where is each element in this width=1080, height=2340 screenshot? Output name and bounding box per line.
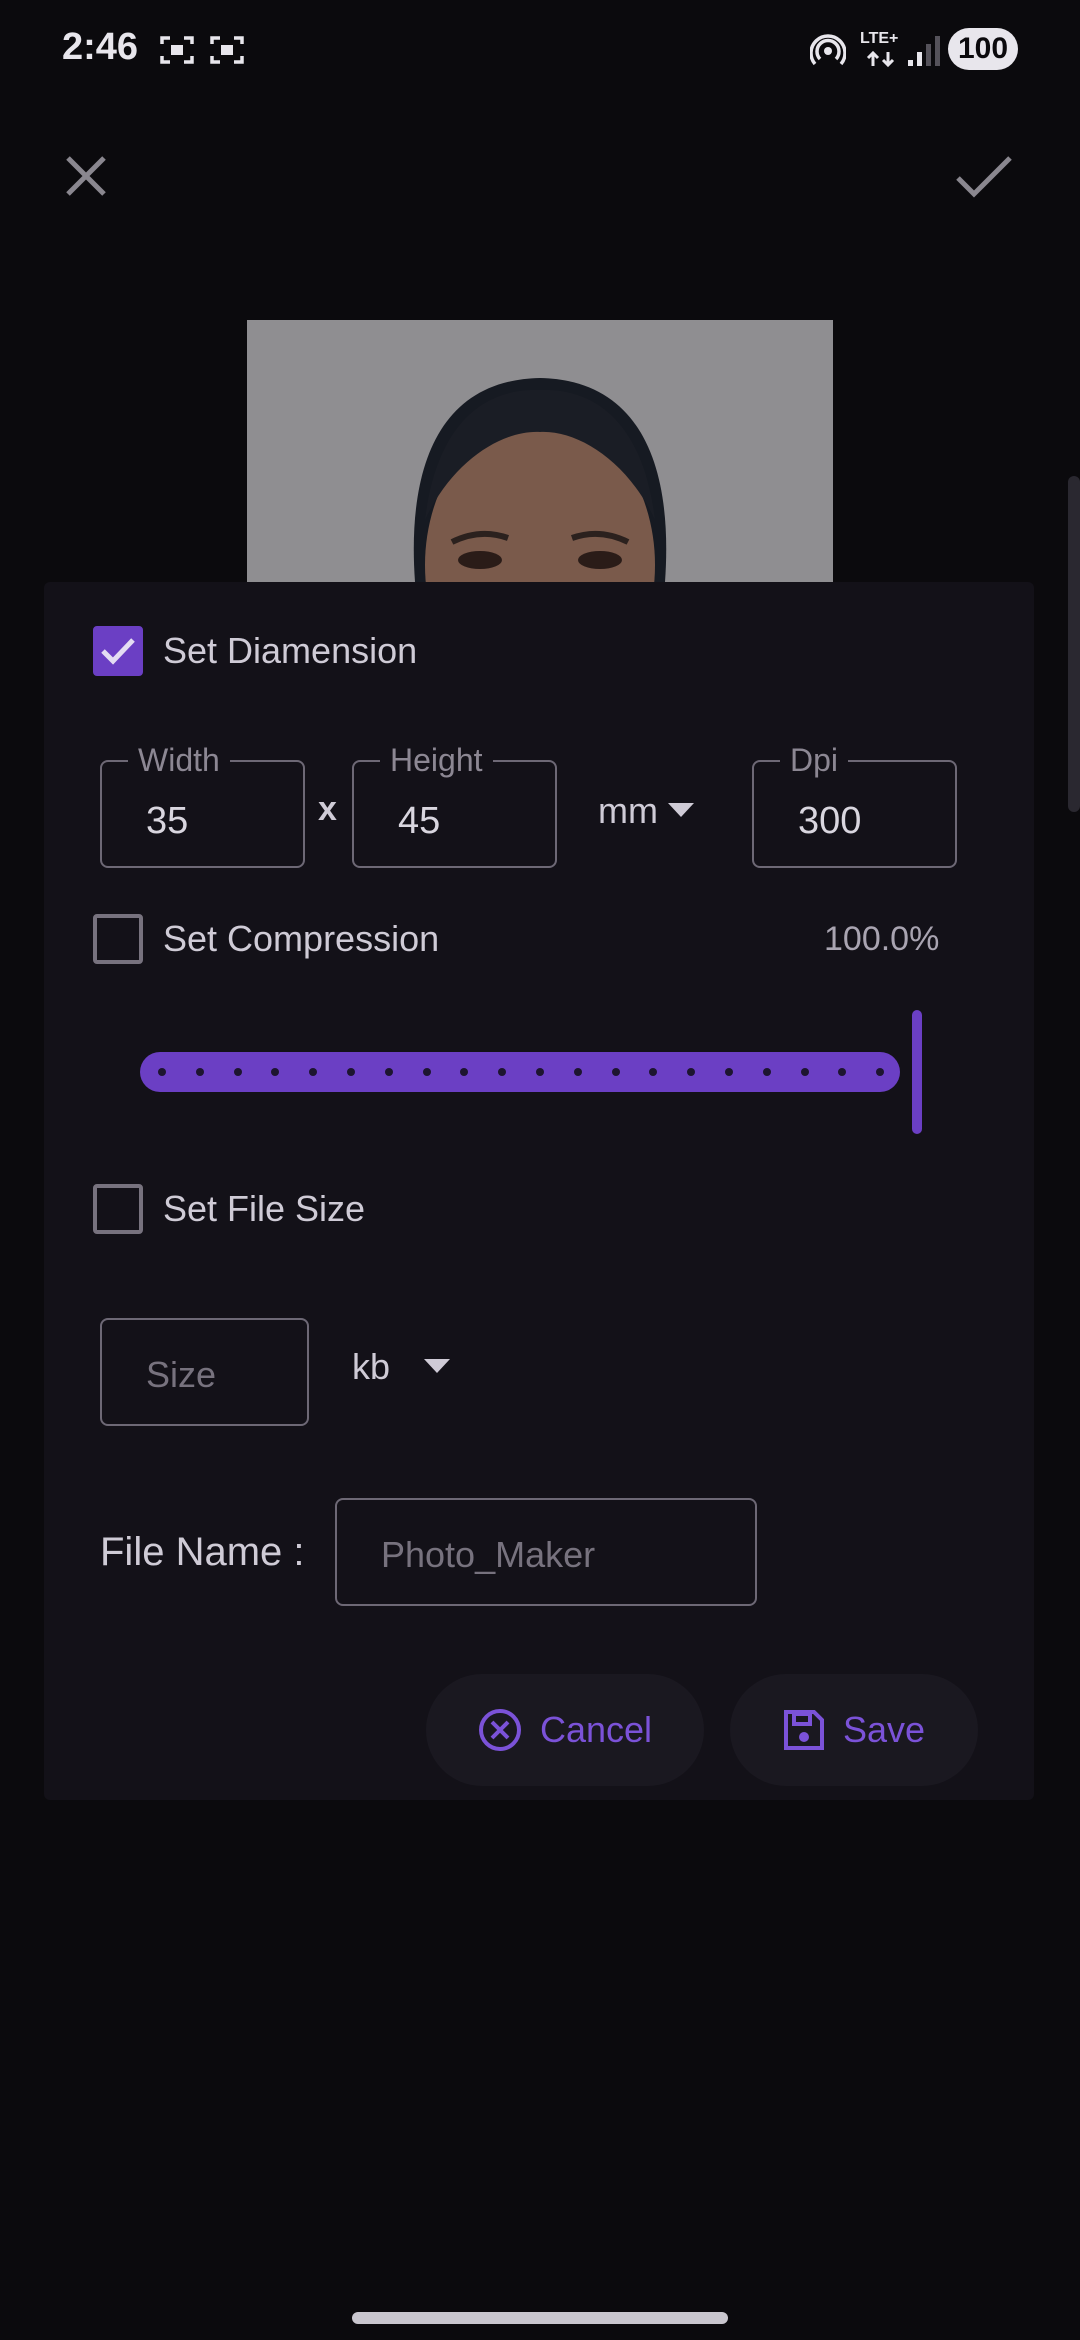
file-name-input[interactable]: Photo_Maker — [335, 1498, 757, 1606]
slider-tick — [687, 1068, 696, 1076]
set-file-size-label: Set File Size — [163, 1188, 366, 1229]
slider-tick — [536, 1068, 544, 1076]
floppy-disk-icon — [783, 1710, 824, 1750]
compression-slider-thumb[interactable] — [912, 1010, 922, 1134]
screen-record-icon — [210, 34, 244, 66]
cancel-label: Cancel — [539, 1709, 653, 1750]
slider-tick — [611, 1068, 620, 1076]
dpi-field[interactable]: Dpi 300 — [752, 742, 957, 868]
width-value: 35 — [146, 800, 189, 842]
home-indicator[interactable] — [352, 2312, 728, 2324]
set-dimension-label: Set Diamension — [163, 630, 418, 671]
dimension-separator: x — [318, 790, 337, 828]
checkmark-icon — [101, 638, 135, 665]
close-icon — [66, 156, 106, 196]
size-unit-value: kb — [352, 1346, 391, 1387]
slider-tick — [725, 1068, 733, 1076]
set-compression-checkbox[interactable] — [93, 914, 143, 964]
width-field[interactable]: Width 35 — [100, 742, 305, 868]
slider-tick — [233, 1068, 242, 1076]
file-name-placeholder: Photo_Maker — [381, 1534, 596, 1575]
hotspot-icon — [809, 34, 847, 66]
slider-tick — [460, 1068, 469, 1076]
data-arrows-icon — [866, 50, 896, 73]
save-button[interactable]: Save — [730, 1674, 978, 1786]
unit-dropdown[interactable]: mm — [598, 790, 694, 832]
slider-tick — [195, 1068, 204, 1076]
cancel-button[interactable]: Cancel — [426, 1674, 704, 1786]
height-value: 45 — [398, 800, 441, 842]
size-unit-dropdown[interactable]: kb — [352, 1346, 451, 1388]
slider-tick — [573, 1068, 582, 1076]
size-field[interactable]: Size — [100, 1318, 309, 1426]
close-button[interactable] — [38, 128, 134, 224]
width-legend: Width — [128, 742, 230, 779]
height-legend: Height — [380, 742, 493, 779]
file-name-label: File Name : — [100, 1530, 305, 1574]
slider-tick — [498, 1068, 507, 1076]
compression-value: 100.0% — [824, 920, 940, 958]
dropdown-arrow-icon — [424, 1359, 451, 1373]
save-label: Save — [842, 1709, 926, 1750]
cancel-circle-icon — [478, 1709, 521, 1751]
photo-preview — [247, 320, 833, 582]
slider-tick — [422, 1068, 431, 1076]
unit-value: mm — [598, 790, 658, 831]
slider-tick — [762, 1068, 771, 1076]
network-type: LTE+ — [860, 30, 899, 47]
slider-tick — [384, 1068, 393, 1076]
size-placeholder: Size — [146, 1354, 217, 1395]
slider-tick — [309, 1068, 318, 1076]
slider-tick — [800, 1068, 809, 1076]
slider-tick — [158, 1068, 166, 1076]
slider-tick — [347, 1068, 355, 1076]
signal-icon — [906, 34, 940, 73]
slider-tick — [649, 1068, 658, 1076]
set-dimension-checkbox[interactable] — [93, 626, 143, 676]
confirm-button[interactable] — [936, 128, 1032, 224]
compression-slider-track[interactable] — [140, 1052, 900, 1092]
dropdown-arrow-icon — [667, 803, 694, 817]
check-icon — [956, 156, 1012, 198]
battery-indicator: 100 — [948, 28, 1018, 70]
dpi-legend: Dpi — [780, 742, 849, 779]
status-time: 2:46 — [62, 26, 139, 68]
slider-tick — [838, 1068, 847, 1076]
scrollbar[interactable] — [1068, 476, 1080, 812]
slider-tick — [876, 1068, 885, 1076]
set-file-size-checkbox[interactable] — [93, 1184, 143, 1234]
height-field[interactable]: Height 45 — [352, 742, 557, 868]
slider-tick — [271, 1068, 280, 1076]
set-compression-label: Set Compression — [163, 918, 440, 959]
dpi-value: 300 — [798, 800, 862, 842]
screenshot-icon — [160, 34, 194, 66]
